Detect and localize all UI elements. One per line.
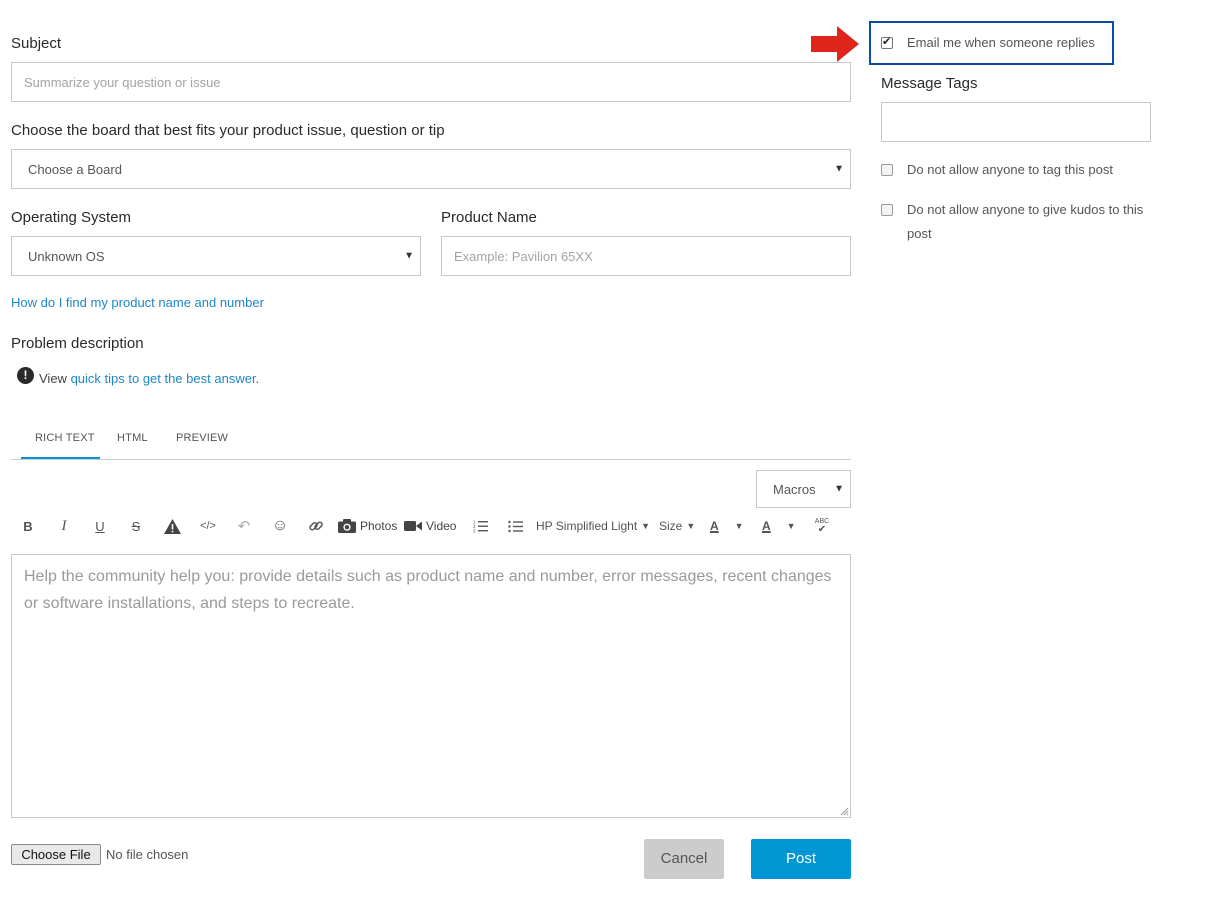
file-status: No file chosen [106, 847, 189, 862]
underline-button[interactable]: U [92, 516, 108, 536]
message-tags-label: Message Tags [881, 75, 978, 92]
highlight-color-dropdown[interactable]: A ▼ [762, 516, 802, 536]
os-select[interactable]: Unknown OS ▼ [11, 236, 421, 276]
resize-handle-icon[interactable] [839, 806, 849, 816]
quick-tips-suffix: . [255, 371, 260, 386]
bold-button[interactable]: B [20, 516, 36, 536]
chevron-down-icon: ▼ [734, 521, 744, 531]
subject-input[interactable] [11, 62, 851, 102]
arrow-right-icon [811, 26, 859, 62]
check-icon: ✔ [882, 36, 892, 48]
no-tag-checkbox[interactable] [881, 164, 893, 176]
cancel-button[interactable]: Cancel [644, 839, 724, 879]
photos-label: Photos [360, 519, 398, 533]
text-color-dropdown[interactable]: A ▼ [710, 516, 750, 536]
warning-icon[interactable] [163, 516, 181, 536]
product-name-input[interactable] [441, 236, 851, 276]
subject-label: Subject [11, 35, 62, 52]
chevron-down-icon: ▼ [641, 521, 651, 531]
code-icon[interactable]: </> [199, 516, 217, 536]
post-button[interactable]: Post [751, 839, 851, 879]
check-icon: ✔ [817, 523, 827, 535]
font-size-value: Size [659, 519, 683, 533]
bullet-list-icon[interactable] [506, 516, 524, 536]
chevron-down-icon: ▼ [834, 163, 844, 175]
os-select-value: Unknown OS [28, 248, 105, 264]
email-replies-label: Email me when someone replies [907, 35, 1095, 50]
board-select[interactable]: Choose a Board ▼ [11, 149, 851, 189]
message-body-editor[interactable]: Help the community help you: provide det… [11, 554, 851, 818]
macros-select[interactable]: Macros ▼ [756, 470, 851, 508]
board-select-value: Choose a Board [28, 161, 122, 177]
camera-icon [338, 519, 356, 533]
macros-value: Macros [773, 481, 816, 497]
tab-preview[interactable]: PREVIEW [176, 432, 228, 444]
no-kudos-label: Do not allow anyone to give kudos to thi… [907, 202, 1144, 241]
chevron-down-icon: ▼ [786, 521, 796, 531]
quick-tips-text: View quick tips to get the best answer. [39, 371, 259, 386]
problem-label: Problem description [11, 335, 144, 352]
message-tags-input[interactable] [881, 102, 1151, 142]
italic-button[interactable]: I [56, 516, 72, 536]
tab-divider [11, 459, 851, 460]
board-label: Choose the board that best fits your pro… [11, 122, 445, 139]
no-kudos-checkbox[interactable] [881, 204, 893, 216]
no-tag-label: Do not allow anyone to tag this post [907, 162, 1113, 177]
find-product-link[interactable]: How do I find my product name and number [11, 295, 264, 310]
svg-text:3: 3 [473, 529, 476, 534]
info-icon: ! [17, 367, 34, 384]
editor-placeholder: Help the community help you: provide det… [24, 568, 832, 612]
tab-html[interactable]: HTML [117, 432, 148, 444]
numbered-list-icon[interactable]: 123 [471, 516, 489, 536]
video-camera-icon [404, 521, 422, 531]
font-size-dropdown[interactable]: Size ▼ [659, 516, 699, 536]
video-label: Video [426, 519, 457, 533]
font-family-dropdown[interactable]: HP Simplified Light ▼ [536, 516, 654, 536]
spellcheck-button[interactable]: ABC ✔ [812, 516, 832, 536]
video-button[interactable]: Video [404, 516, 460, 536]
tab-rich-text[interactable]: RICH TEXT [35, 432, 95, 444]
quick-tips-prefix: View [39, 371, 71, 386]
emoji-icon[interactable]: ☺ [271, 516, 289, 536]
email-replies-checkbox[interactable]: ✔ [881, 36, 893, 49]
strikethrough-button[interactable]: S [128, 516, 144, 536]
os-label: Operating System [11, 209, 132, 226]
product-label: Product Name [441, 209, 537, 226]
undo-icon[interactable]: ↶ [235, 516, 253, 536]
choose-file-button[interactable]: Choose File [11, 844, 101, 865]
font-family-value: HP Simplified Light [536, 519, 638, 533]
photos-button[interactable]: Photos [338, 516, 398, 536]
chevron-down-icon: ▼ [404, 250, 414, 262]
link-icon[interactable] [307, 516, 325, 536]
chevron-down-icon: ▼ [834, 483, 844, 495]
highlight-color-icon: A [762, 519, 771, 533]
chevron-down-icon: ▼ [686, 521, 696, 531]
quick-tips-link[interactable]: quick tips to get the best answer [71, 371, 256, 386]
text-color-icon: A [710, 519, 719, 533]
